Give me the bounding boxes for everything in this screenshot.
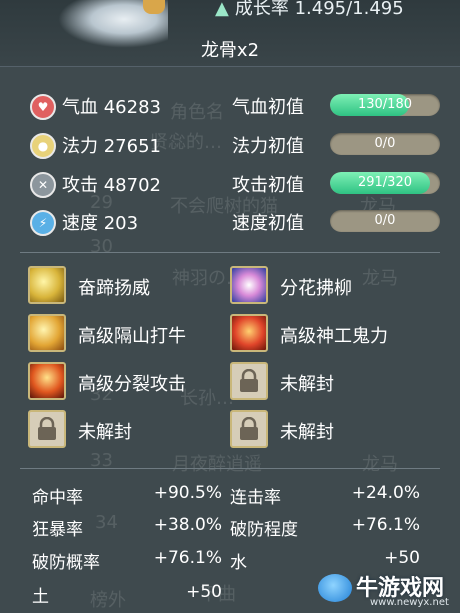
watermark-url: www.newyx.net — [370, 597, 449, 608]
stat-hp: 气血 46283 — [62, 97, 161, 118]
stat-row-attack: ✕ 攻击 48702 攻击初值 291/320 — [0, 168, 460, 206]
hp-init-value: 130/180 — [357, 97, 412, 112]
divider — [20, 252, 440, 253]
attr-value-armor-break-chance: +76.1% — [153, 548, 222, 568]
attr-value-armor-break-degree: +76.1% — [351, 515, 420, 535]
skill-name: 未解封 — [78, 422, 132, 443]
speed-init-value: 0/0 — [374, 213, 396, 228]
mp-init-value: 0/0 — [374, 136, 396, 151]
skill-slot-6[interactable]: 未解封 — [230, 362, 430, 406]
attr-label-combo-rate: 连击率 — [230, 488, 281, 508]
attr-value-earth: +50 — [186, 582, 222, 602]
skill-name: 奋蹄扬威 — [78, 278, 150, 299]
skill-name: 高级隔山打牛 — [78, 326, 186, 347]
stat-row-mp: ● 法力 27651 法力初值 0/0 — [0, 129, 460, 167]
bg-row: 34 — [95, 512, 118, 533]
skill-slot-1[interactable]: 奋蹄扬威 — [28, 266, 228, 310]
speed-icon: ⚡ — [30, 210, 56, 236]
attack-init-value: 291/320 — [357, 175, 412, 190]
bull-skill-icon — [28, 314, 66, 352]
attr-label-hit-rate: 命中率 — [32, 488, 83, 508]
attr-label-earth: 土 — [32, 587, 49, 607]
skill-slot-3[interactable]: 高级隔山打牛 — [28, 314, 228, 358]
growth-rate-text: 成长率 1.495/1.495 — [234, 0, 404, 19]
mp-init-bar: 0/0 — [330, 133, 440, 155]
divider — [20, 468, 440, 469]
stat-attack: 攻击 48702 — [62, 175, 161, 196]
skill-slot-7[interactable]: 未解封 — [28, 410, 228, 454]
stat-hp-init-label: 气血初值 — [232, 97, 304, 118]
pet-hoof — [143, 0, 165, 14]
attr-value-water: +50 — [384, 548, 420, 568]
stat-row-speed: ⚡ 速度 203 速度初值 0/0 — [0, 206, 460, 244]
stat-speed-init-label: 速度初值 — [232, 213, 304, 234]
stat-mp: 法力 27651 — [62, 136, 161, 157]
skill-slot-2[interactable]: 分花拂柳 — [230, 266, 430, 310]
sword-icon: ✕ — [30, 172, 56, 198]
skill-name: 未解封 — [280, 422, 334, 443]
bg-name: 榜外 — [90, 590, 126, 611]
lock-icon — [230, 362, 268, 400]
split-attack-skill-icon — [28, 362, 66, 400]
skill-slot-8[interactable]: 未解封 — [230, 410, 430, 454]
attr-value-combo-rate: +24.0% — [351, 483, 420, 503]
growth-rate: ▲ 成长率 1.495/1.495 — [215, 0, 404, 20]
lock-icon — [28, 410, 66, 448]
speed-init-bar: 0/0 — [330, 210, 440, 232]
attr-value-rage-rate: +38.0% — [153, 515, 222, 535]
attr-label-water: 水 — [230, 553, 247, 573]
skill-slot-4[interactable]: 高级神工鬼力 — [230, 314, 430, 358]
attr-label-armor-break-degree: 破防程度 — [230, 520, 298, 540]
attr-label-rage-rate: 狂暴率 — [32, 520, 83, 540]
hp-init-bar: 130/180 — [330, 94, 440, 116]
stat-mp-init-label: 法力初值 — [232, 136, 304, 157]
bull-logo-icon — [318, 574, 352, 602]
heart-icon: ♥ — [30, 94, 56, 120]
attack-init-bar: 291/320 — [330, 172, 440, 194]
attr-label-armor-break-chance: 破防概率 — [32, 553, 100, 573]
skill-slot-5[interactable]: 高级分裂攻击 — [28, 362, 228, 406]
stat-speed: 速度 203 — [62, 213, 139, 234]
skill-name: 未解封 — [280, 374, 334, 395]
stat-row-hp: ♥ 气血 46283 气血初值 130/180 — [0, 90, 460, 128]
dragon-bone-item: 龙骨x2 — [200, 40, 260, 61]
ghost-power-skill-icon — [230, 314, 268, 352]
skill-name: 高级分裂攻击 — [78, 374, 186, 395]
stat-attack-init-label: 攻击初值 — [232, 175, 304, 196]
attr-value-hit-rate: +90.5% — [153, 483, 222, 503]
up-arrow-icon: ▲ — [215, 0, 229, 19]
skill-name: 高级神工鬼力 — [280, 326, 388, 347]
skill-name: 分花拂柳 — [280, 278, 352, 299]
mana-icon: ● — [30, 133, 56, 159]
lock-icon — [230, 410, 268, 448]
flower-skill-icon — [230, 266, 268, 304]
header-band: ▲ 成长率 1.495/1.495 龙骨x2 — [0, 0, 460, 67]
hoof-skill-icon — [28, 266, 66, 304]
